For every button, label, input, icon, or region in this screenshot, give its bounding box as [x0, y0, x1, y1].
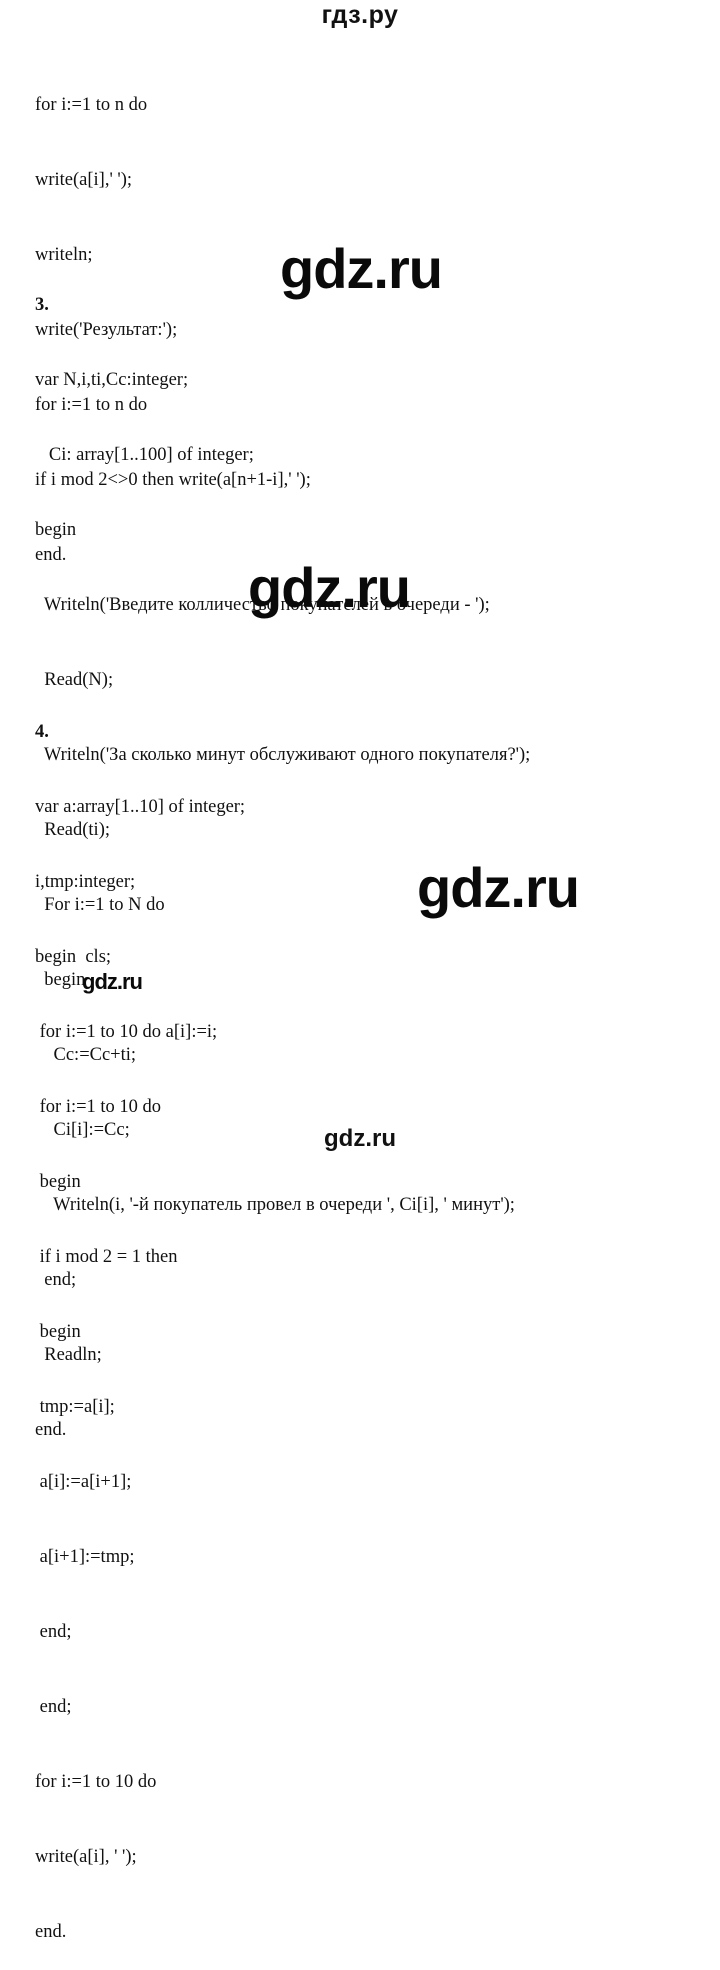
code-line: i,tmp:integer;: [35, 872, 136, 892]
code-line: end.: [35, 1922, 67, 1942]
watermark: gdz.ru: [248, 556, 411, 619]
code-line: if i mod 2 = 1 then: [35, 1247, 178, 1267]
code-line: tmp:=a[i];: [35, 1397, 115, 1417]
code-line: for i:=1 to n do: [35, 95, 148, 115]
code-line: for i:=1 to 10 do a[i]:=i;: [35, 1022, 218, 1042]
code-line: begin: [35, 1172, 81, 1192]
code-line: begin cls;: [35, 947, 112, 967]
site-header: гдз.ру: [321, 1, 399, 29]
code-line: write(a[i],' ');: [35, 170, 133, 190]
watermark: gdz.ru: [417, 856, 580, 919]
site-footer: gdz.ru: [324, 1125, 396, 1152]
code-line: Ci: array[1..100] of integer;: [35, 445, 254, 465]
task-number: 4.: [35, 722, 49, 742]
code-line: write(a[i], ' ');: [35, 1847, 137, 1867]
code-block-task-4: 4. var a:array[1..10] of integer; i,tmp:…: [35, 670, 245, 1970]
code-line: a[i+1]:=tmp;: [35, 1547, 135, 1567]
code-line: a[i]:=a[i+1];: [35, 1472, 132, 1492]
code-line: begin: [35, 520, 77, 540]
code-line: for i:=1 to 10 do: [35, 1772, 157, 1792]
watermark: gdz.ru: [82, 969, 143, 994]
code-line: end;: [35, 1697, 72, 1717]
code-line: var a:array[1..10] of integer;: [35, 797, 246, 817]
code-line: end;: [35, 1622, 72, 1642]
code-line: begin: [35, 1322, 81, 1342]
code-line: for i:=1 to 10 do: [35, 1097, 162, 1117]
watermark: gdz.ru: [280, 237, 443, 300]
code-line: var N,i,ti,Cc:integer;: [35, 370, 189, 390]
